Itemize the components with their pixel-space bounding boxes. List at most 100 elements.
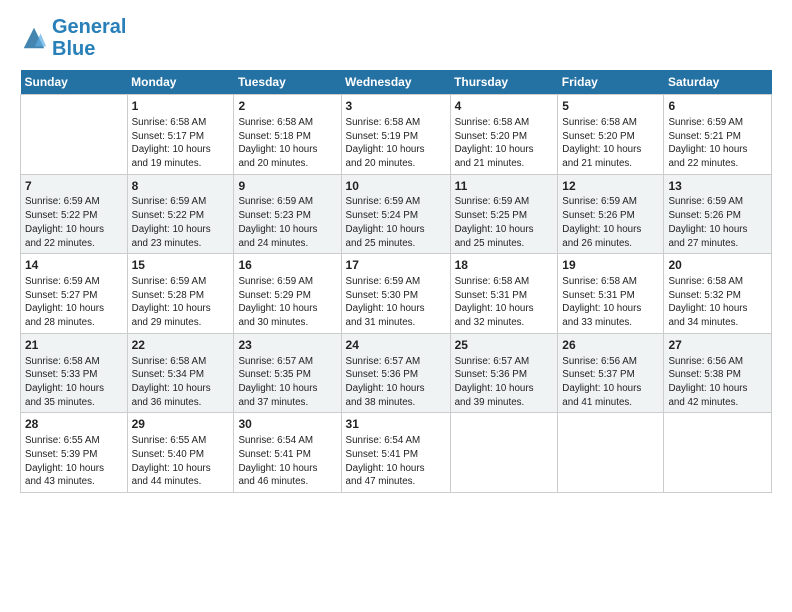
- day-info: Sunrise: 6:56 AM Sunset: 5:38 PM Dayligh…: [668, 355, 767, 410]
- day-info: Sunrise: 6:54 AM Sunset: 5:41 PM Dayligh…: [238, 434, 336, 489]
- day-number: 12: [562, 178, 659, 195]
- day-number: 27: [668, 337, 767, 354]
- calendar-cell: 20Sunrise: 6:58 AM Sunset: 5:32 PM Dayli…: [664, 254, 772, 334]
- day-number: 17: [346, 257, 446, 274]
- calendar-cell: [21, 95, 128, 175]
- calendar-cell: 12Sunrise: 6:59 AM Sunset: 5:26 PM Dayli…: [558, 174, 664, 254]
- day-number: 13: [668, 178, 767, 195]
- day-number: 1: [132, 98, 230, 115]
- day-number: 18: [455, 257, 554, 274]
- day-info: Sunrise: 6:59 AM Sunset: 5:22 PM Dayligh…: [132, 195, 230, 250]
- calendar-cell: 29Sunrise: 6:55 AM Sunset: 5:40 PM Dayli…: [127, 413, 234, 493]
- calendar-cell: 9Sunrise: 6:59 AM Sunset: 5:23 PM Daylig…: [234, 174, 341, 254]
- day-number: 9: [238, 178, 336, 195]
- calendar-cell: 22Sunrise: 6:58 AM Sunset: 5:34 PM Dayli…: [127, 333, 234, 413]
- calendar-cell: 27Sunrise: 6:56 AM Sunset: 5:38 PM Dayli…: [664, 333, 772, 413]
- calendar-cell: 13Sunrise: 6:59 AM Sunset: 5:26 PM Dayli…: [664, 174, 772, 254]
- calendar-cell: 10Sunrise: 6:59 AM Sunset: 5:24 PM Dayli…: [341, 174, 450, 254]
- day-info: Sunrise: 6:59 AM Sunset: 5:21 PM Dayligh…: [668, 116, 767, 171]
- calendar-cell: [664, 413, 772, 493]
- day-number: 7: [25, 178, 123, 195]
- calendar-cell: 18Sunrise: 6:58 AM Sunset: 5:31 PM Dayli…: [450, 254, 558, 334]
- calendar-cell: 1Sunrise: 6:58 AM Sunset: 5:17 PM Daylig…: [127, 95, 234, 175]
- calendar-cell: 24Sunrise: 6:57 AM Sunset: 5:36 PM Dayli…: [341, 333, 450, 413]
- day-info: Sunrise: 6:58 AM Sunset: 5:32 PM Dayligh…: [668, 275, 767, 330]
- calendar-cell: 11Sunrise: 6:59 AM Sunset: 5:25 PM Dayli…: [450, 174, 558, 254]
- calendar-cell: 23Sunrise: 6:57 AM Sunset: 5:35 PM Dayli…: [234, 333, 341, 413]
- day-number: 11: [455, 178, 554, 195]
- day-number: 23: [238, 337, 336, 354]
- day-info: Sunrise: 6:59 AM Sunset: 5:24 PM Dayligh…: [346, 195, 446, 250]
- day-number: 4: [455, 98, 554, 115]
- logo-icon: [20, 24, 48, 52]
- day-info: Sunrise: 6:59 AM Sunset: 5:25 PM Dayligh…: [455, 195, 554, 250]
- day-number: 28: [25, 416, 123, 433]
- calendar-cell: 21Sunrise: 6:58 AM Sunset: 5:33 PM Dayli…: [21, 333, 128, 413]
- calendar-cell: 25Sunrise: 6:57 AM Sunset: 5:36 PM Dayli…: [450, 333, 558, 413]
- day-info: Sunrise: 6:58 AM Sunset: 5:34 PM Dayligh…: [132, 355, 230, 410]
- column-header-monday: Monday: [127, 70, 234, 95]
- day-info: Sunrise: 6:56 AM Sunset: 5:37 PM Dayligh…: [562, 355, 659, 410]
- day-info: Sunrise: 6:58 AM Sunset: 5:31 PM Dayligh…: [455, 275, 554, 330]
- day-info: Sunrise: 6:57 AM Sunset: 5:36 PM Dayligh…: [346, 355, 446, 410]
- day-number: 26: [562, 337, 659, 354]
- calendar-table: SundayMondayTuesdayWednesdayThursdayFrid…: [20, 70, 772, 493]
- day-info: Sunrise: 6:57 AM Sunset: 5:35 PM Dayligh…: [238, 355, 336, 410]
- week-row-4: 21Sunrise: 6:58 AM Sunset: 5:33 PM Dayli…: [21, 333, 772, 413]
- day-info: Sunrise: 6:59 AM Sunset: 5:22 PM Dayligh…: [25, 195, 123, 250]
- day-info: Sunrise: 6:59 AM Sunset: 5:29 PM Dayligh…: [238, 275, 336, 330]
- day-number: 29: [132, 416, 230, 433]
- week-row-3: 14Sunrise: 6:59 AM Sunset: 5:27 PM Dayli…: [21, 254, 772, 334]
- day-info: Sunrise: 6:55 AM Sunset: 5:39 PM Dayligh…: [25, 434, 123, 489]
- calendar-cell: 2Sunrise: 6:58 AM Sunset: 5:18 PM Daylig…: [234, 95, 341, 175]
- header: General Blue: [20, 16, 772, 60]
- day-info: Sunrise: 6:59 AM Sunset: 5:27 PM Dayligh…: [25, 275, 123, 330]
- day-number: 2: [238, 98, 336, 115]
- day-number: 8: [132, 178, 230, 195]
- day-number: 3: [346, 98, 446, 115]
- week-row-5: 28Sunrise: 6:55 AM Sunset: 5:39 PM Dayli…: [21, 413, 772, 493]
- logo-text: General Blue: [52, 16, 126, 60]
- column-header-sunday: Sunday: [21, 70, 128, 95]
- day-number: 22: [132, 337, 230, 354]
- column-header-tuesday: Tuesday: [234, 70, 341, 95]
- day-number: 14: [25, 257, 123, 274]
- calendar-cell: 14Sunrise: 6:59 AM Sunset: 5:27 PM Dayli…: [21, 254, 128, 334]
- calendar-cell: 6Sunrise: 6:59 AM Sunset: 5:21 PM Daylig…: [664, 95, 772, 175]
- calendar-cell: [558, 413, 664, 493]
- day-number: 31: [346, 416, 446, 433]
- day-info: Sunrise: 6:58 AM Sunset: 5:18 PM Dayligh…: [238, 116, 336, 171]
- calendar-cell: 16Sunrise: 6:59 AM Sunset: 5:29 PM Dayli…: [234, 254, 341, 334]
- day-info: Sunrise: 6:59 AM Sunset: 5:26 PM Dayligh…: [562, 195, 659, 250]
- day-info: Sunrise: 6:59 AM Sunset: 5:26 PM Dayligh…: [668, 195, 767, 250]
- day-info: Sunrise: 6:58 AM Sunset: 5:33 PM Dayligh…: [25, 355, 123, 410]
- calendar-cell: 30Sunrise: 6:54 AM Sunset: 5:41 PM Dayli…: [234, 413, 341, 493]
- week-row-2: 7Sunrise: 6:59 AM Sunset: 5:22 PM Daylig…: [21, 174, 772, 254]
- day-number: 6: [668, 98, 767, 115]
- calendar-cell: 19Sunrise: 6:58 AM Sunset: 5:31 PM Dayli…: [558, 254, 664, 334]
- day-number: 25: [455, 337, 554, 354]
- header-row: SundayMondayTuesdayWednesdayThursdayFrid…: [21, 70, 772, 95]
- day-info: Sunrise: 6:59 AM Sunset: 5:30 PM Dayligh…: [346, 275, 446, 330]
- day-number: 19: [562, 257, 659, 274]
- day-info: Sunrise: 6:58 AM Sunset: 5:17 PM Dayligh…: [132, 116, 230, 171]
- calendar-cell: 31Sunrise: 6:54 AM Sunset: 5:41 PM Dayli…: [341, 413, 450, 493]
- calendar-cell: 8Sunrise: 6:59 AM Sunset: 5:22 PM Daylig…: [127, 174, 234, 254]
- day-info: Sunrise: 6:55 AM Sunset: 5:40 PM Dayligh…: [132, 434, 230, 489]
- day-number: 10: [346, 178, 446, 195]
- week-row-1: 1Sunrise: 6:58 AM Sunset: 5:17 PM Daylig…: [21, 95, 772, 175]
- day-number: 20: [668, 257, 767, 274]
- day-number: 5: [562, 98, 659, 115]
- column-header-thursday: Thursday: [450, 70, 558, 95]
- day-number: 15: [132, 257, 230, 274]
- column-header-wednesday: Wednesday: [341, 70, 450, 95]
- logo: General Blue: [20, 16, 126, 60]
- column-header-friday: Friday: [558, 70, 664, 95]
- calendar-cell: 5Sunrise: 6:58 AM Sunset: 5:20 PM Daylig…: [558, 95, 664, 175]
- day-info: Sunrise: 6:57 AM Sunset: 5:36 PM Dayligh…: [455, 355, 554, 410]
- day-info: Sunrise: 6:54 AM Sunset: 5:41 PM Dayligh…: [346, 434, 446, 489]
- day-info: Sunrise: 6:58 AM Sunset: 5:20 PM Dayligh…: [455, 116, 554, 171]
- day-number: 16: [238, 257, 336, 274]
- day-number: 30: [238, 416, 336, 433]
- calendar-cell: 17Sunrise: 6:59 AM Sunset: 5:30 PM Dayli…: [341, 254, 450, 334]
